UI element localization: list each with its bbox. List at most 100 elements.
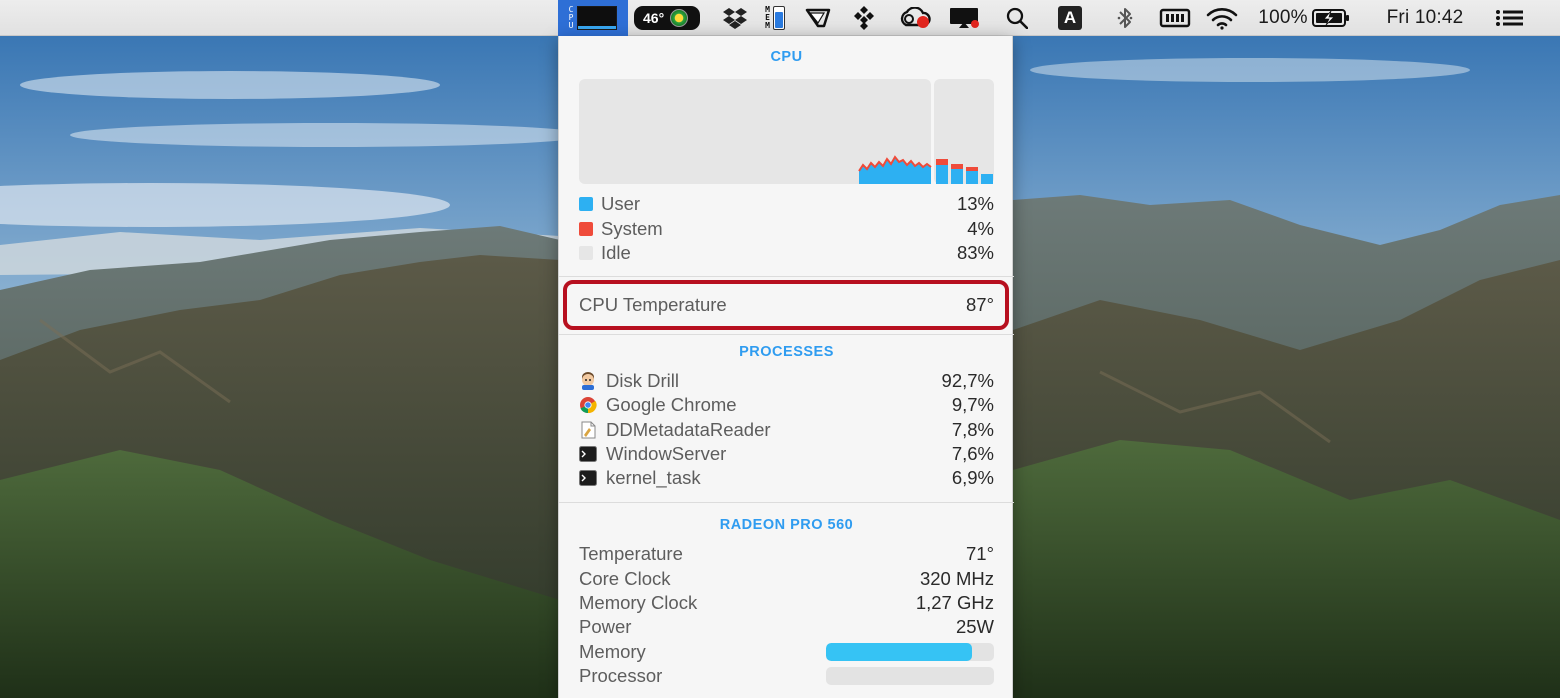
process-row[interactable]: Google Chrome 9,7%	[579, 393, 994, 417]
process-row[interactable]: Disk Drill 92,7%	[579, 369, 994, 393]
process-name: kernel_task	[606, 467, 701, 488]
gpu-memory-clock-row: Memory Clock 1,27 GHz	[579, 591, 994, 615]
cpu-section-title: CPU	[770, 49, 803, 65]
process-cpu-value: 7,6%	[951, 443, 994, 464]
gpu-row-value: 25W	[955, 616, 994, 637]
terminal-icon	[579, 445, 597, 463]
diamond-grid-icon[interactable]	[846, 0, 882, 36]
process-cpu-value: 6,9%	[951, 467, 994, 488]
cpu-user-value: 13%	[956, 193, 994, 214]
cpu-label-letter: U	[568, 21, 574, 30]
core-1-system-bar	[936, 159, 948, 165]
gpu-temperature-row: Temperature 71°	[579, 542, 994, 566]
user-swatch	[579, 197, 593, 211]
gpu-section-title: RADEON PRO 560	[719, 517, 854, 533]
temperature-menu-extra[interactable]: 46°	[632, 0, 702, 36]
creative-cloud-icon[interactable]	[896, 0, 934, 36]
cpu-system-label: System	[601, 218, 663, 239]
gpu-processor-label: Processor	[579, 665, 663, 686]
process-label-wrap: Disk Drill	[579, 370, 942, 392]
memory-menu-extra[interactable]: M E M	[756, 0, 794, 36]
cpu-idle-value: 83%	[956, 242, 994, 263]
shield-icon[interactable]	[800, 0, 836, 36]
process-label-wrap: DDMetadataReader	[579, 419, 952, 441]
cpu-dropdown-panel: CPU User 13% System 4% Idle 83% CPU Temp…	[558, 36, 1014, 698]
divider	[559, 334, 1014, 335]
notification-center-icon[interactable]	[1488, 0, 1532, 36]
wifi-icon[interactable]	[1203, 0, 1241, 36]
gpu-row-label: Power	[579, 616, 632, 637]
cpu-mini-graph	[577, 6, 618, 30]
gpu-row-value: 320 MHz	[919, 568, 994, 589]
temperature-menu-value: 46°	[643, 10, 665, 26]
battery-charging-icon	[1311, 9, 1349, 27]
cpu-idle-label-wrap: Idle	[579, 242, 957, 264]
system-swatch	[579, 222, 593, 236]
cpu-idle-row: Idle 83%	[579, 241, 994, 265]
gpu-row-value: 1,27 GHz	[915, 592, 994, 613]
cpu-idle-label: Idle	[601, 242, 631, 263]
input-source-icon[interactable]: A	[1052, 0, 1088, 36]
process-cpu-value: 7,8%	[951, 419, 994, 440]
divider	[559, 502, 1014, 503]
gpu-memory-row: Memory	[579, 640, 994, 664]
gpu-memory-fill	[826, 643, 973, 661]
cpu-user-row: User 13%	[579, 192, 994, 216]
process-label-wrap: kernel_task	[579, 467, 952, 489]
process-row[interactable]: DDMetadataReader 7,8%	[579, 418, 994, 442]
gpu-row-label: Core Clock	[579, 568, 671, 589]
processes-section-title: PROCESSES	[739, 344, 834, 360]
process-name: WindowServer	[606, 443, 727, 464]
gpu-processor-bar	[826, 667, 994, 685]
gpu-core-clock-row: Core Clock 320 MHz	[579, 567, 994, 591]
core-3-system-bar	[966, 167, 978, 171]
mem-vertical-label: M E M	[765, 6, 770, 30]
divider	[559, 276, 1014, 277]
input-source-letter: A	[1058, 6, 1082, 30]
process-row[interactable]: kernel_task 6,9%	[579, 466, 994, 490]
cpu-usage-graph	[579, 79, 994, 184]
process-cpu-value: 9,7%	[951, 394, 994, 415]
process-label-wrap: Google Chrome	[579, 394, 952, 416]
menu-clock[interactable]: Fri 10:42	[1370, 0, 1480, 36]
bluetooth-icon[interactable]	[1108, 0, 1142, 36]
gpu-processor-row: Processor	[579, 664, 994, 688]
gpu-power-row: Power 25W	[579, 615, 994, 639]
process-cpu-value: 92,7%	[941, 370, 994, 391]
cpu-menu-extra[interactable]: C P U	[558, 0, 628, 36]
gpu-memory-bar	[826, 643, 994, 661]
process-name: DDMetadataReader	[606, 419, 771, 440]
cpu-system-value: 4%	[967, 218, 994, 239]
process-name: Google Chrome	[606, 394, 737, 415]
battery-percent: 100%	[1258, 7, 1308, 28]
menu-bar: C P U 46° M E M A 100% Fri 10:42	[0, 0, 1560, 36]
disk-drill-icon	[579, 372, 597, 390]
process-row[interactable]: WindowServer 7,6%	[579, 442, 994, 466]
core-2-system-bar	[951, 164, 963, 169]
gpu-row-label: Memory Clock	[579, 592, 698, 613]
cpu-user-label-wrap: User	[579, 193, 957, 215]
fan-status-icon	[670, 9, 689, 27]
cpu-vertical-label: C P U	[569, 6, 574, 30]
memory-clean-icon[interactable]	[1155, 0, 1195, 36]
gpu-row-label: Temperature	[579, 543, 683, 564]
cpu-user-label: User	[601, 193, 641, 214]
core-3-user-bar	[966, 171, 978, 184]
display-mirroring-icon[interactable]	[944, 0, 984, 36]
core-1-user-bar	[936, 165, 948, 184]
battery-status[interactable]: 100%	[1254, 0, 1354, 36]
temperature-pill: 46°	[634, 6, 700, 30]
memory-bar-icon	[772, 6, 785, 30]
search-icon[interactable]	[1000, 0, 1034, 36]
highlight-annotation	[563, 280, 1009, 330]
gpu-row-value: 71°	[966, 543, 994, 564]
dropbox-icon[interactable]	[718, 0, 752, 36]
gpu-memory-label: Memory	[579, 641, 646, 662]
mem-label-letter: M	[765, 21, 770, 30]
chrome-icon	[579, 396, 597, 414]
process-label-wrap: WindowServer	[579, 443, 952, 465]
core-2-user-bar	[951, 169, 963, 184]
document-icon	[579, 421, 597, 439]
terminal-icon	[579, 469, 597, 487]
idle-swatch	[579, 246, 593, 260]
